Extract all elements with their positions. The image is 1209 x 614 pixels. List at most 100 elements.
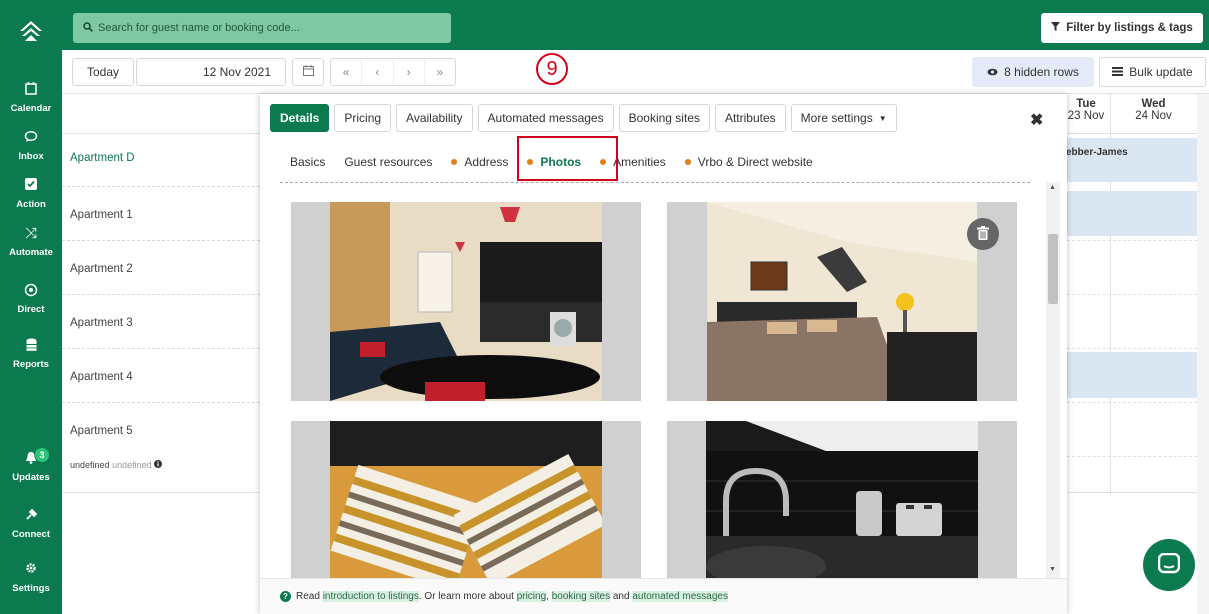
sidebar-item-settings[interactable]: Settings xyxy=(0,554,62,602)
sidebar-item-updates[interactable]: Updates 3 xyxy=(0,443,62,491)
calendar-picker-icon xyxy=(302,65,314,79)
tab-booking-sites[interactable]: Booking sites xyxy=(618,104,710,132)
link-automated-messages[interactable]: automated messages xyxy=(632,591,728,602)
chat-launcher-button[interactable] xyxy=(1143,539,1195,591)
row-divider xyxy=(1062,240,1197,241)
modal-tabs: Details Pricing Availability Automated m… xyxy=(270,104,902,132)
sidebar-item-automate[interactable]: ⤨ Automate xyxy=(0,218,62,266)
date-input[interactable]: 12 Nov 2021 xyxy=(136,58,286,86)
undefined-row-label: undefined undefined xyxy=(70,460,260,470)
row-label-apartment-4[interactable]: Apartment 4 xyxy=(70,371,260,383)
sidebar-item-action[interactable]: Action xyxy=(0,170,62,218)
subtab-guest-resources[interactable]: Guest resources xyxy=(344,155,432,169)
bedroom-photo xyxy=(707,202,977,401)
delete-photo-button[interactable] xyxy=(967,218,999,250)
header-divider xyxy=(1062,133,1197,134)
tab-automated-messages[interactable]: Automated messages xyxy=(477,104,614,132)
filter-icon xyxy=(1051,22,1061,34)
booking-bar[interactable] xyxy=(1062,191,1197,236)
checkbox-icon xyxy=(25,178,37,196)
scroll-up-icon[interactable]: ▲ xyxy=(1049,184,1056,191)
link-pricing[interactable]: pricing xyxy=(516,591,547,602)
row-label-apartment-1[interactable]: Apartment 1 xyxy=(70,209,260,221)
scroll-down-icon[interactable]: ▼ xyxy=(1049,566,1056,573)
booking-bar[interactable]: ebber-James xyxy=(1062,138,1197,182)
listing-photo[interactable] xyxy=(667,421,1017,578)
calendar-toolbar: Today 12 Nov 2021 « ‹ › » 9 8 hidden row… xyxy=(62,50,1209,94)
row-divider xyxy=(1062,294,1197,295)
nav-prev-button[interactable]: ‹ xyxy=(362,59,394,85)
tab-details[interactable]: Details xyxy=(270,104,330,132)
row-divider xyxy=(1062,348,1197,349)
date-navigation: « ‹ › » xyxy=(330,58,456,86)
link-introduction-to-listings[interactable]: introduction to listings xyxy=(322,591,419,602)
filter-listings-button[interactable]: Filter by listings & tags xyxy=(1041,13,1203,43)
booking-bar[interactable] xyxy=(1062,352,1197,398)
row-divider xyxy=(62,492,260,493)
tab-attributes[interactable]: Attributes xyxy=(714,104,786,132)
nav-next-button[interactable]: › xyxy=(394,59,425,85)
bulk-update-button[interactable]: Bulk update xyxy=(1099,57,1206,87)
top-bar: Search for guest name or booking code...… xyxy=(62,0,1209,50)
row-label-apartment-5[interactable]: Apartment 5 xyxy=(70,425,260,437)
row-divider xyxy=(1062,402,1197,403)
nav-first-button[interactable]: « xyxy=(331,59,363,85)
date-picker-button[interactable] xyxy=(292,58,324,86)
subtab-vrbo-direct-website[interactable]: Vrbo & Direct website xyxy=(684,155,813,169)
subtab-address[interactable]: Address xyxy=(451,155,508,169)
close-icon[interactable]: ✖ xyxy=(1030,110,1043,130)
sidebar-item-inbox[interactable]: Inbox xyxy=(0,122,62,170)
listing-photo[interactable] xyxy=(291,202,641,401)
row-divider xyxy=(1062,456,1197,457)
row-label-apartment-2[interactable]: Apartment 2 xyxy=(70,263,260,275)
sidebar: Calendar Inbox Action ⤨ Automate Direct … xyxy=(0,0,62,614)
direct-icon xyxy=(24,283,38,301)
hidden-rows-button[interactable]: 8 hidden rows xyxy=(972,57,1094,87)
day-header-wed: Wed 24 Nov xyxy=(1135,98,1172,122)
updates-count-badge: 3 xyxy=(35,448,49,462)
page-scrollbar[interactable] xyxy=(1197,94,1209,614)
tab-availability[interactable]: Availability xyxy=(396,104,473,132)
calendar-icon xyxy=(25,82,37,100)
sidebar-item-calendar[interactable]: Calendar xyxy=(0,74,62,122)
scrollbar-thumb[interactable] xyxy=(1048,234,1058,304)
list-icon xyxy=(1112,65,1124,79)
tab-pricing[interactable]: Pricing xyxy=(334,104,392,132)
info-icon xyxy=(154,460,163,470)
row-divider xyxy=(1062,492,1197,493)
row-divider xyxy=(62,348,260,349)
incomplete-dot xyxy=(684,159,691,165)
database-icon xyxy=(26,338,37,356)
tab-more-settings[interactable]: More settings ▼ xyxy=(790,104,897,132)
photos-scrollbar[interactable]: ▲ ▼ xyxy=(1046,182,1060,578)
shuffle-icon: ⤨ xyxy=(24,225,37,242)
eye-icon xyxy=(987,65,998,79)
search-input[interactable]: Search for guest name or booking code... xyxy=(73,13,451,43)
link-booking-sites[interactable]: booking sites xyxy=(551,591,611,602)
subtab-basics[interactable]: Basics xyxy=(290,155,325,169)
photos-highlight-box xyxy=(517,136,618,181)
row-divider xyxy=(62,402,260,403)
nav-last-button[interactable]: » xyxy=(425,59,455,85)
sidebar-item-reports[interactable]: Reports xyxy=(0,330,62,378)
sidebar-item-connect[interactable]: Connect xyxy=(0,500,62,548)
row-label-apartment-d[interactable]: Apartment D xyxy=(70,152,260,164)
caret-down-icon: ▼ xyxy=(878,113,887,123)
row-divider xyxy=(62,186,260,187)
row-label-apartment-3[interactable]: Apartment 3 xyxy=(70,317,260,329)
pillows-photo xyxy=(330,421,602,578)
row-divider xyxy=(62,240,260,241)
logo-icon[interactable] xyxy=(0,0,62,62)
today-button[interactable]: Today xyxy=(72,58,134,86)
search-icon xyxy=(83,21,93,35)
listing-settings-modal: Details Pricing Availability Automated m… xyxy=(260,94,1067,614)
sidebar-item-direct[interactable]: Direct xyxy=(0,275,62,323)
kitchen-counter-photo xyxy=(706,421,978,578)
day-header-tue: Tue 23 Nov xyxy=(1067,98,1105,122)
booking-guest-name: ebber-James xyxy=(1066,147,1128,158)
listing-photo[interactable] xyxy=(291,421,641,578)
listing-photo[interactable] xyxy=(667,202,1017,401)
trash-icon xyxy=(977,225,989,243)
gear-icon xyxy=(25,562,37,580)
row-divider xyxy=(62,133,260,134)
